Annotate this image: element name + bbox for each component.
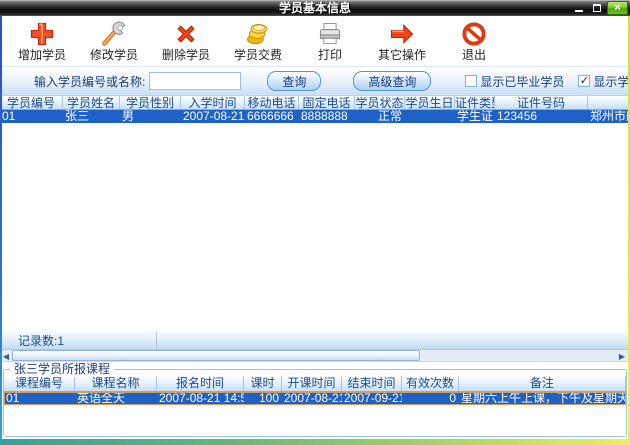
column-header[interactable]: 课程名称 bbox=[75, 376, 157, 391]
cell-end-date: 2007-09-21 bbox=[342, 392, 402, 405]
column-header[interactable]: 课时 bbox=[244, 376, 282, 391]
close-button[interactable]: × bbox=[607, 1, 628, 15]
toolbar-label: 退出 bbox=[462, 48, 486, 62]
no-entry-icon bbox=[459, 20, 489, 48]
arrow-right-icon bbox=[387, 20, 417, 48]
toolbar-label: 其它操作 bbox=[378, 48, 426, 62]
cell-mobile: 6666666 bbox=[245, 110, 299, 123]
toolbar-label: 打印 bbox=[318, 48, 342, 62]
courses-table-body[interactable] bbox=[4, 405, 626, 436]
column-header[interactable]: 移动电话 bbox=[245, 96, 299, 109]
column-header[interactable]: 入学时间 bbox=[181, 96, 245, 109]
courses-group-title: 张三学员所报课程 bbox=[10, 362, 114, 377]
course-row-selected[interactable]: 01 英语全天 2007-08-21 14:50 100 2007-08-21 … bbox=[4, 392, 626, 405]
cell-address: 郑州市航海 bbox=[588, 110, 630, 123]
show-courses-checkbox[interactable]: ✓ 显示学员所报课程 bbox=[578, 73, 630, 90]
window-title: 学员基本信息 bbox=[279, 0, 351, 16]
other-operations-button[interactable]: 其它操作 bbox=[374, 20, 430, 62]
cell-hours: 100 bbox=[244, 392, 282, 405]
toolbar-label: 修改学员 bbox=[90, 48, 138, 62]
print-button[interactable]: 打印 bbox=[302, 20, 358, 62]
student-row-selected[interactable]: 01 张三 男 2007-08-21 6666666 8888888 正常 学生… bbox=[0, 110, 630, 123]
cell-start-date: 2007-08-21 bbox=[282, 392, 342, 405]
scrollbar-thumb[interactable] bbox=[12, 350, 420, 361]
checkbox-label: 显示已毕业学员 bbox=[480, 73, 564, 90]
column-header[interactable]: 固定电话 bbox=[299, 96, 355, 109]
students-table-body[interactable] bbox=[0, 123, 630, 331]
cell-gender: 男 bbox=[120, 110, 181, 123]
cell-signup-time: 2007-08-21 14:50 bbox=[157, 392, 244, 405]
column-header[interactable]: 报名时间 bbox=[157, 376, 244, 391]
students-table-header: 学员编号 学员姓名 学员性别 入学时间 移动电话 固定电话 学员状态 学员生日 … bbox=[0, 95, 630, 110]
edit-student-button[interactable]: 修改学员 bbox=[86, 20, 142, 62]
column-header[interactable]: 开课时间 bbox=[282, 376, 342, 391]
column-header[interactable]: 证件类型 bbox=[455, 96, 495, 109]
show-graduated-checkbox[interactable]: 显示已毕业学员 bbox=[465, 73, 564, 90]
add-plus-icon bbox=[27, 20, 57, 48]
cell-course-name: 英语全天 bbox=[75, 392, 157, 405]
cell-student-name: 张三 bbox=[63, 110, 120, 123]
printer-icon bbox=[315, 20, 345, 48]
cell-status: 正常 bbox=[355, 110, 405, 123]
record-count: 记录数:1 bbox=[0, 332, 64, 349]
cell-student-id: 01 bbox=[0, 110, 63, 123]
courses-groupbox: 张三学员所报课程 课程编号 课程名称 报名时间 课时 开课时间 结束时间 有效次… bbox=[3, 369, 627, 437]
window-left-border bbox=[0, 16, 2, 439]
cell-id-number: 123456 bbox=[495, 110, 588, 123]
record-count-bar: 记录数:1 bbox=[0, 331, 630, 350]
delete-x-icon bbox=[171, 20, 201, 48]
coins-icon bbox=[243, 20, 273, 48]
cell-birthday bbox=[405, 110, 455, 123]
column-header[interactable]: 结束时间 bbox=[342, 376, 402, 391]
horizontal-scrollbar[interactable]: ◀ ▶ bbox=[0, 350, 630, 362]
scroll-right-arrow[interactable]: ▶ bbox=[616, 350, 628, 362]
column-header[interactable] bbox=[588, 96, 630, 109]
student-payment-button[interactable]: 学员交费 bbox=[230, 20, 286, 62]
delete-student-button[interactable]: 删除学员 bbox=[158, 20, 214, 62]
cell-phone: 8888888 bbox=[299, 110, 355, 123]
toolbar-label: 增加学员 bbox=[18, 48, 66, 62]
cell-valid-count: 0 bbox=[402, 392, 459, 405]
window-bottom-border bbox=[0, 439, 630, 445]
advanced-query-button[interactable]: 高级查询 bbox=[353, 71, 431, 91]
search-bar: 输入学员编号或名称: 查询 高级查询 显示已毕业学员 ✓ 显示学员所报课程 bbox=[0, 66, 630, 95]
toolbar-label: 学员交费 bbox=[234, 48, 282, 62]
column-header[interactable]: 学员性别 bbox=[120, 96, 181, 109]
column-header[interactable]: 课程编号 bbox=[4, 376, 75, 391]
maximize-button[interactable] bbox=[589, 2, 604, 15]
status-divider bbox=[156, 332, 157, 349]
column-header[interactable]: 学员生日 bbox=[405, 96, 455, 109]
search-label: 输入学员编号或名称: bbox=[34, 73, 145, 90]
column-header[interactable]: 备注 bbox=[459, 376, 626, 391]
checkbox-label: 显示学员所报课程 bbox=[593, 73, 630, 90]
query-button[interactable]: 查询 bbox=[267, 71, 321, 91]
column-header[interactable]: 学员姓名 bbox=[63, 96, 120, 109]
toolbar-label: 删除学员 bbox=[162, 48, 210, 62]
courses-table-header: 课程编号 课程名称 报名时间 课时 开课时间 结束时间 有效次数 备注 bbox=[4, 376, 626, 392]
add-student-button[interactable]: 增加学员 bbox=[14, 20, 70, 62]
checkbox-box[interactable]: ✓ bbox=[578, 75, 590, 87]
wrench-icon bbox=[99, 20, 129, 48]
column-header[interactable]: 有效次数 bbox=[402, 376, 459, 391]
column-header[interactable]: 学员编号 bbox=[0, 96, 63, 109]
column-header[interactable]: 学员状态 bbox=[355, 96, 405, 109]
checkbox-box[interactable] bbox=[465, 75, 477, 87]
cell-course-id: 01 bbox=[4, 392, 75, 405]
cell-id-type: 学生证 bbox=[455, 110, 495, 123]
app-window: 学员基本信息 × 增加学员 修改学员 删除学员 bbox=[0, 0, 630, 445]
cell-enroll-date: 2007-08-21 bbox=[181, 110, 245, 123]
column-header[interactable]: 证件号码 bbox=[495, 96, 588, 109]
exit-button[interactable]: 退出 bbox=[446, 20, 502, 62]
minimize-button[interactable] bbox=[571, 2, 586, 15]
student-search-input[interactable] bbox=[149, 72, 241, 90]
cell-remark: 星期六上午上课，下午及星期天休息 bbox=[459, 392, 626, 405]
toolbar: 增加学员 修改学员 删除学员 学员交费 打印 bbox=[0, 16, 630, 66]
title-bar[interactable]: 学员基本信息 × bbox=[0, 0, 630, 16]
